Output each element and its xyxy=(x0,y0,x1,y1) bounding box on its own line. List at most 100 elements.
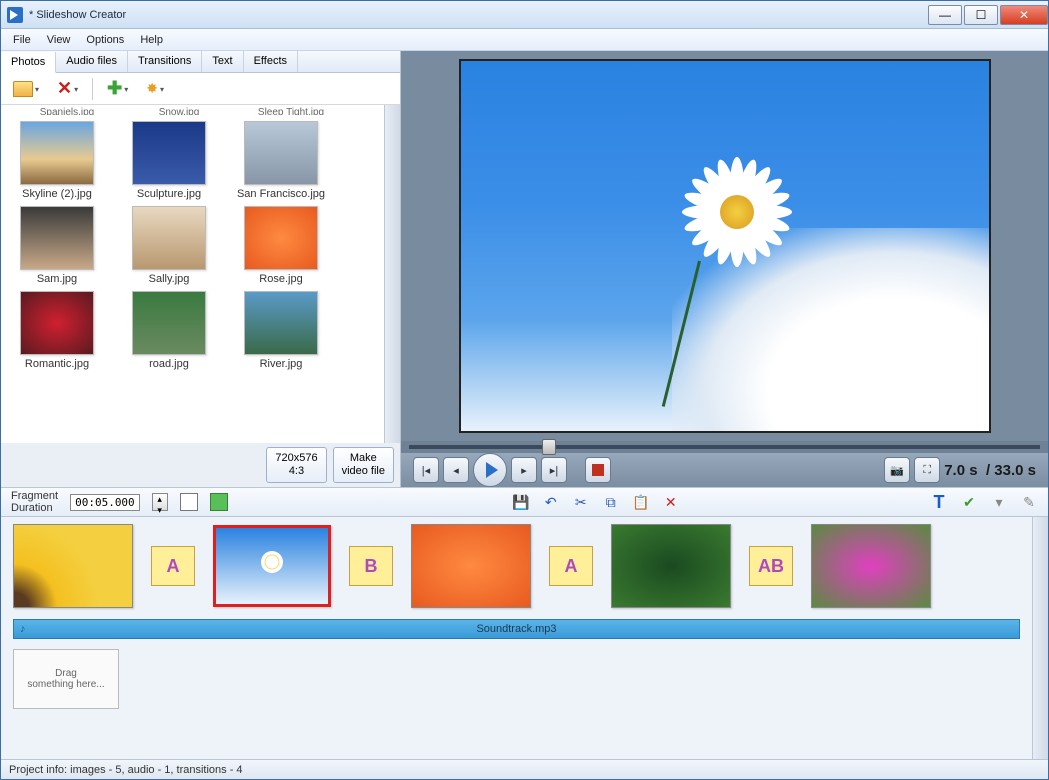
timeline-clip[interactable] xyxy=(811,524,931,608)
timeline-clip[interactable] xyxy=(611,524,731,608)
titlebar: * Slideshow Creator — ☐ ✕ xyxy=(1,1,1048,29)
gallery-item[interactable]: Sam.jpg xyxy=(7,206,107,285)
duration-stepper[interactable]: ▴▾ xyxy=(152,493,168,511)
prev-button[interactable]: ◂ xyxy=(443,457,469,483)
thumbnail-image xyxy=(20,206,94,270)
thumbnail-image xyxy=(132,291,206,355)
menubar: File View Options Help xyxy=(1,29,1048,51)
gallery-item[interactable]: Rose.jpg xyxy=(231,206,331,285)
cut-icon[interactable]: ✂ xyxy=(572,493,590,511)
background-color-swatch[interactable] xyxy=(180,493,198,511)
thumbnail-image xyxy=(132,206,206,270)
copy-icon[interactable]: ⧉ xyxy=(602,493,620,511)
thumbnail-image xyxy=(244,206,318,270)
timeline-transition[interactable]: AB xyxy=(749,546,793,586)
thumbnail-label: Skyline (2).jpg xyxy=(7,188,107,200)
brush-icon[interactable]: ✎ xyxy=(1020,493,1038,511)
timeline-transition[interactable]: A xyxy=(151,546,195,586)
thumbnail-label: Romantic.jpg xyxy=(7,358,107,370)
apply-dropdown-icon[interactable]: ▾ xyxy=(990,493,1008,511)
menu-help[interactable]: Help xyxy=(132,32,171,48)
assets-toolbar: ✕ ✚ ✸ xyxy=(1,73,400,105)
apply-icon[interactable]: ✔ xyxy=(960,493,978,511)
gallery-item[interactable]: road.jpg xyxy=(119,291,219,370)
fragment-duration-input[interactable]: 00:05.000 xyxy=(70,494,140,511)
undo-icon[interactable]: ↶ xyxy=(542,493,560,511)
thumbnail-label: Sculpture.jpg xyxy=(119,188,219,200)
assets-pane: Photos Audio files Transitions Text Effe… xyxy=(1,51,401,487)
delete-icon[interactable]: ✕ xyxy=(662,493,680,511)
next-button[interactable]: ▸ xyxy=(511,457,537,483)
app-icon xyxy=(7,7,23,23)
thumbnail-label: River.jpg xyxy=(231,358,331,370)
thumbnail-image xyxy=(244,291,318,355)
face-tool-button[interactable] xyxy=(210,493,228,511)
preview-canvas xyxy=(461,61,989,431)
playback-scrubber[interactable] xyxy=(401,441,1048,453)
snapshot-button[interactable]: 📷 xyxy=(884,457,910,483)
menu-view[interactable]: View xyxy=(39,32,79,48)
thumbnail-label: Sally.jpg xyxy=(119,273,219,285)
menu-file[interactable]: File xyxy=(5,32,39,48)
timeline-transition[interactable]: B xyxy=(349,546,393,586)
separator xyxy=(92,78,93,100)
thumbnail-image xyxy=(20,121,94,185)
remove-button[interactable]: ✕ xyxy=(53,76,82,101)
thumbnail-label: road.jpg xyxy=(119,358,219,370)
sun-icon: ✸ xyxy=(146,80,158,97)
audio-track[interactable]: Soundtrack.mp3 xyxy=(13,619,1020,639)
x-icon: ✕ xyxy=(57,78,72,99)
resolution-button[interactable]: 720x576 4:3 xyxy=(266,447,326,483)
resolution-value: 720x576 xyxy=(275,452,317,465)
timeline-clip[interactable] xyxy=(13,524,133,608)
save-icon[interactable]: 💾 xyxy=(512,493,530,511)
last-frame-button[interactable]: ▸| xyxy=(541,457,567,483)
statusbar: Project info: images - 5, audio - 1, tra… xyxy=(1,759,1048,779)
gallery-item[interactable]: Sally.jpg xyxy=(119,206,219,285)
thumbnail-image xyxy=(132,121,206,185)
maximize-button[interactable]: ☐ xyxy=(964,5,998,25)
menu-options[interactable]: Options xyxy=(78,32,132,48)
stop-button[interactable] xyxy=(585,457,611,483)
add-button[interactable]: ✚ xyxy=(103,76,132,101)
aspect-value: 4:3 xyxy=(275,465,317,478)
gallery-item[interactable]: Sculpture.jpg xyxy=(119,121,219,200)
thumbnail-label: Rose.jpg xyxy=(231,273,331,285)
timeline-track[interactable]: ABAAB xyxy=(1,517,1032,615)
timeline-clip[interactable] xyxy=(213,525,331,607)
gallery-item[interactable]: San Francisco.jpg xyxy=(231,121,331,200)
timeline-scrollbar[interactable] xyxy=(1032,517,1048,759)
drop-zone[interactable]: Drag something here... xyxy=(13,649,119,709)
tab-audio[interactable]: Audio files xyxy=(56,51,128,72)
thumbnail-label: San Francisco.jpg xyxy=(231,188,331,200)
tab-text[interactable]: Text xyxy=(202,51,243,72)
window-title: * Slideshow Creator xyxy=(29,9,126,21)
gallery-item[interactable]: Romantic.jpg xyxy=(7,291,107,370)
first-frame-button[interactable]: |◂ xyxy=(413,457,439,483)
tab-transitions[interactable]: Transitions xyxy=(128,51,202,72)
playback-time: 7.0 s / 33.0 s xyxy=(944,462,1036,479)
minimize-button[interactable]: — xyxy=(928,5,962,25)
fullscreen-button[interactable]: ⛶ xyxy=(914,457,940,483)
tab-effects[interactable]: Effects xyxy=(244,51,298,72)
paste-icon[interactable]: 📋 xyxy=(632,493,650,511)
preview-pane: |◂ ◂ ▸ ▸| 📷 ⛶ 7.0 s / 33.0 s xyxy=(401,51,1048,487)
status-text: Project info: images - 5, audio - 1, tra… xyxy=(9,764,243,776)
folder-icon xyxy=(13,81,33,97)
timeline-transition[interactable]: A xyxy=(549,546,593,586)
gallery-scrollbar[interactable] xyxy=(384,105,400,443)
open-folder-button[interactable] xyxy=(9,79,43,99)
play-button[interactable] xyxy=(473,453,507,487)
make-video-button[interactable]: Make video file xyxy=(333,447,394,483)
photo-gallery[interactable]: Spaniels.jpgSnow.jpgSleep Tight.jpgSkyli… xyxy=(1,105,384,443)
timeline: ABAAB Soundtrack.mp3 Drag something here… xyxy=(1,517,1048,759)
scrubber-thumb[interactable] xyxy=(542,439,556,455)
gallery-item[interactable]: Skyline (2).jpg xyxy=(7,121,107,200)
text-tool-icon[interactable]: T xyxy=(930,493,948,511)
close-button[interactable]: ✕ xyxy=(1000,5,1048,25)
timeline-clip[interactable] xyxy=(411,524,531,608)
plus-icon: ✚ xyxy=(107,78,122,99)
effects-toggle-button[interactable]: ✸ xyxy=(142,78,168,99)
tab-photos[interactable]: Photos xyxy=(1,52,56,73)
gallery-item[interactable]: River.jpg xyxy=(231,291,331,370)
